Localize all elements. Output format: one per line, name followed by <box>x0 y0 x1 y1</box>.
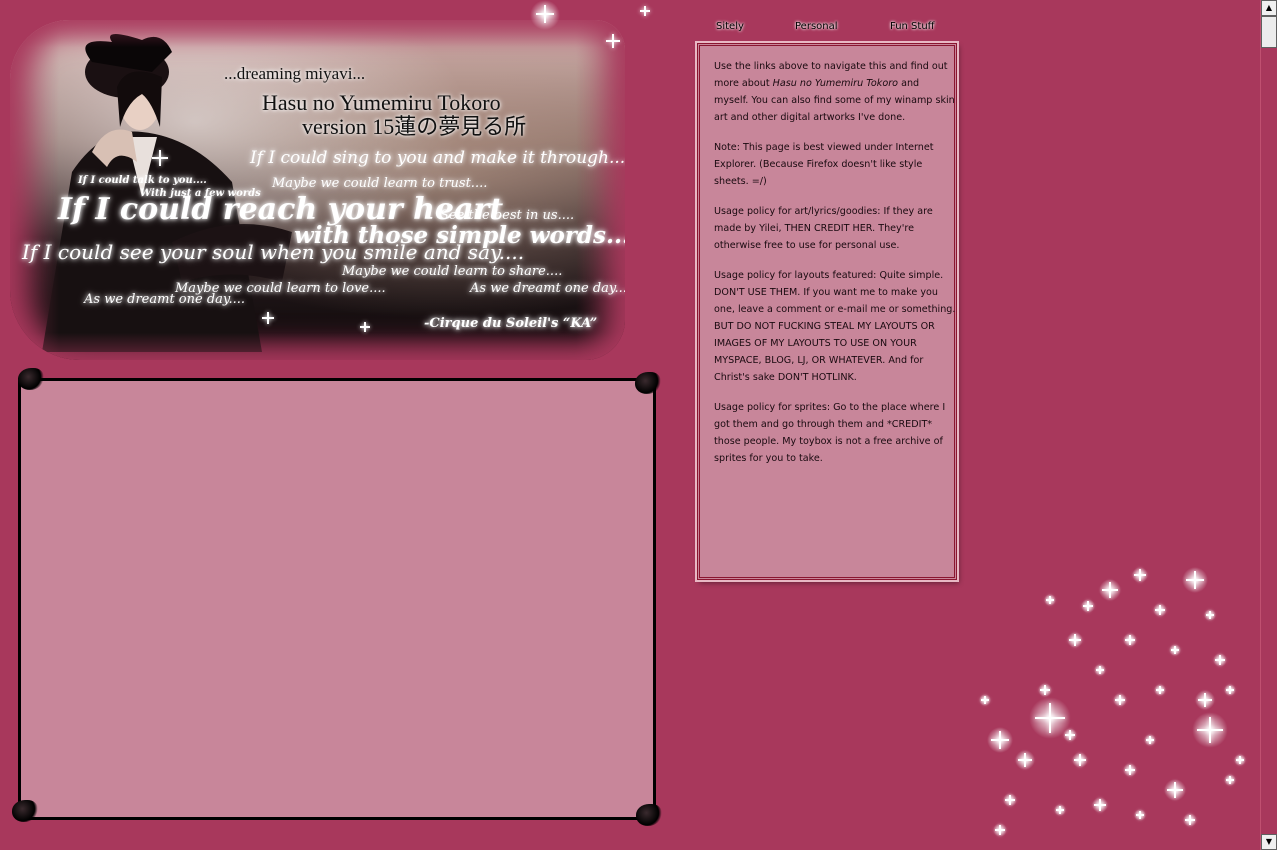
intro-paragraph: Use the links above to navigate this and… <box>714 61 955 123</box>
lyric-line: If I could talk to you.... <box>78 175 207 186</box>
content-panel <box>18 378 656 820</box>
banner-credit: -Cirque du Soleil's “KA” <box>424 316 598 331</box>
sparkle-icon <box>1167 782 1183 798</box>
sparkle-icon <box>991 731 1009 749</box>
sparkle-icon <box>1074 754 1086 766</box>
sparkle-icon <box>1226 686 1234 694</box>
lyric-line: Maybe we could learn to trust.... <box>272 176 488 191</box>
lyric-line: See the best in us.... <box>440 208 575 223</box>
sparkle-icon <box>1226 776 1234 784</box>
sparkle-icon <box>1065 730 1075 740</box>
nav-sitely[interactable]: Sitely <box>716 21 744 32</box>
sparkle-icon <box>1156 686 1164 694</box>
sparkle-icon <box>1102 582 1118 598</box>
sparkle-icon <box>1094 799 1106 811</box>
sparkle-icon <box>1236 756 1244 764</box>
sparkle-icon <box>1035 703 1065 733</box>
feather-corner-icon <box>635 372 661 394</box>
sparkle-icon <box>536 5 554 23</box>
vertical-scrollbar[interactable]: ▲ ▼ <box>1260 0 1277 850</box>
banner-version: version 15蓮の夢見る所 <box>302 114 527 139</box>
sparkle-icon <box>1125 765 1135 775</box>
sparkle-icon <box>1018 753 1032 767</box>
info-sidebar: Use the links above to navigate this and… <box>697 43 957 580</box>
scroll-up-button[interactable]: ▲ <box>1261 0 1277 16</box>
browser-note: Note: This page is best viewed under Int… <box>714 142 934 187</box>
sparkle-icon <box>1125 635 1135 645</box>
sparkle-icon <box>981 696 989 704</box>
sparkle-icon <box>1146 736 1154 744</box>
sparkle-icon <box>1136 811 1144 819</box>
sprite-usage-policy: Usage policy for sprites: Go to the plac… <box>714 402 946 464</box>
sparkle-icon <box>1155 605 1165 615</box>
sparkle-icon <box>1206 611 1214 619</box>
lyric-line: As we dreamt one day.... <box>470 281 625 296</box>
banner-tagline: ...dreaming miyavi... <box>224 64 366 83</box>
layout-usage-policy: Usage policy for layouts featured: Quite… <box>714 270 956 383</box>
sparkle-icon <box>1040 685 1050 695</box>
lyric-line: As we dreamt one day.... <box>84 292 246 307</box>
sparkle-icon <box>640 6 650 16</box>
sparkle-icon <box>606 34 620 48</box>
sparkle-icon <box>1134 569 1146 581</box>
lyric-line: If I could sing to you and make it throu… <box>250 148 625 168</box>
sparkle-icon <box>1083 601 1093 611</box>
site-name: Hasu no Yumemiru Tokoro <box>772 78 899 89</box>
lyric-line: If I could see your soul when you smile … <box>22 240 525 264</box>
sparkle-icon <box>1056 806 1064 814</box>
sparkle-icon <box>995 825 1005 835</box>
sparkle-icon <box>1005 795 1015 805</box>
feather-corner-icon <box>636 804 662 826</box>
sparkle-icon <box>1198 693 1212 707</box>
nav-personal[interactable]: Personal <box>795 21 838 32</box>
sparkle-icon <box>1115 695 1125 705</box>
sparkle-icon <box>262 312 274 324</box>
nav-fun-stuff[interactable]: Fun Stuff <box>890 21 935 32</box>
page: ...dreaming miyavi... Hasu no Yumemiru T… <box>0 0 1260 850</box>
sparkle-icon <box>1185 815 1195 825</box>
sparkle-icon <box>1186 571 1204 589</box>
sparkle-icon <box>1069 634 1081 646</box>
header-banner: ...dreaming miyavi... Hasu no Yumemiru T… <box>10 20 625 360</box>
sparkle-icon <box>1215 655 1225 665</box>
sparkle-icon <box>1046 596 1054 604</box>
sparkle-icon <box>1096 666 1104 674</box>
sparkle-icon <box>360 322 370 332</box>
sparkle-icon <box>152 150 168 166</box>
sparkle-icon <box>1171 646 1179 654</box>
lyric-line: Maybe we could learn to share.... <box>342 264 563 279</box>
sparkle-icon <box>1197 717 1223 743</box>
art-usage-policy: Usage policy for art/lyrics/goodies: If … <box>714 206 933 251</box>
scroll-down-button[interactable]: ▼ <box>1261 834 1277 850</box>
scroll-thumb[interactable] <box>1261 16 1277 48</box>
